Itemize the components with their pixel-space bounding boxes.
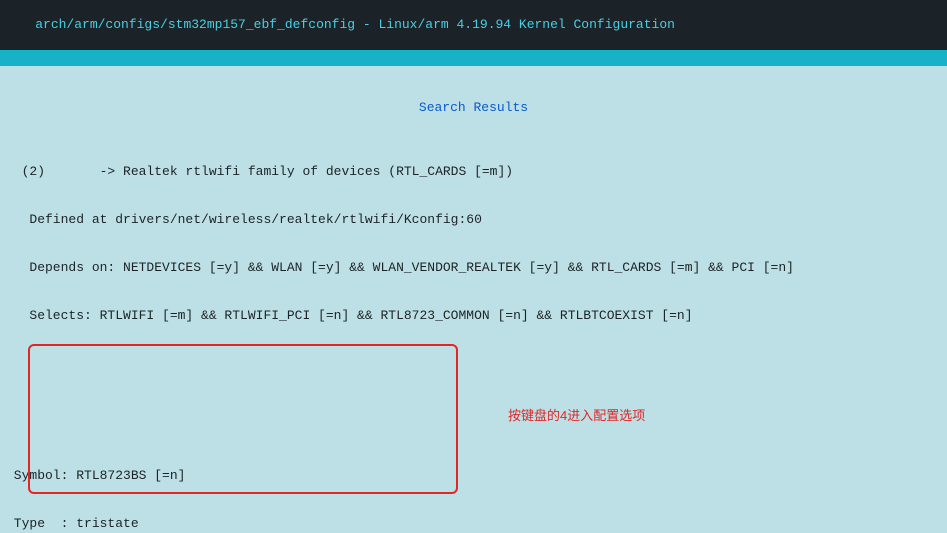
result-line: Defined at drivers/net/wireless/realtek/… — [6, 212, 941, 228]
blank-line — [6, 404, 941, 420]
search-results-panel[interactable]: Search Results (2) -> Realtek rtlwifi fa… — [0, 66, 947, 533]
title-bar: arch/arm/configs/stm32mp157_ebf_defconfi… — [0, 0, 947, 50]
results-title: Search Results — [6, 98, 941, 116]
config-path: arch/arm/configs/stm32mp157_ebf_defconfi… — [35, 17, 675, 32]
result-line: Symbol: RTL8723BS [=n] — [6, 468, 941, 484]
result-line[interactable]: (2) -> Realtek rtlwifi family of devices… — [6, 164, 941, 180]
annotation-text: 按键盘的4进入配置选项 — [508, 408, 645, 424]
result-line: Depends on: NETDEVICES [=y] && WLAN [=y]… — [6, 260, 941, 276]
result-line: Type : tristate — [6, 516, 941, 532]
terminal-window: arch/arm/configs/stm32mp157_ebf_defconfi… — [0, 0, 947, 533]
blank-line — [6, 356, 941, 372]
search-bar[interactable]: > Search (8723) ────────────────────────… — [0, 50, 947, 66]
result-line: Selects: RTLWIFI [=m] && RTLWIFI_PCI [=n… — [6, 308, 941, 324]
